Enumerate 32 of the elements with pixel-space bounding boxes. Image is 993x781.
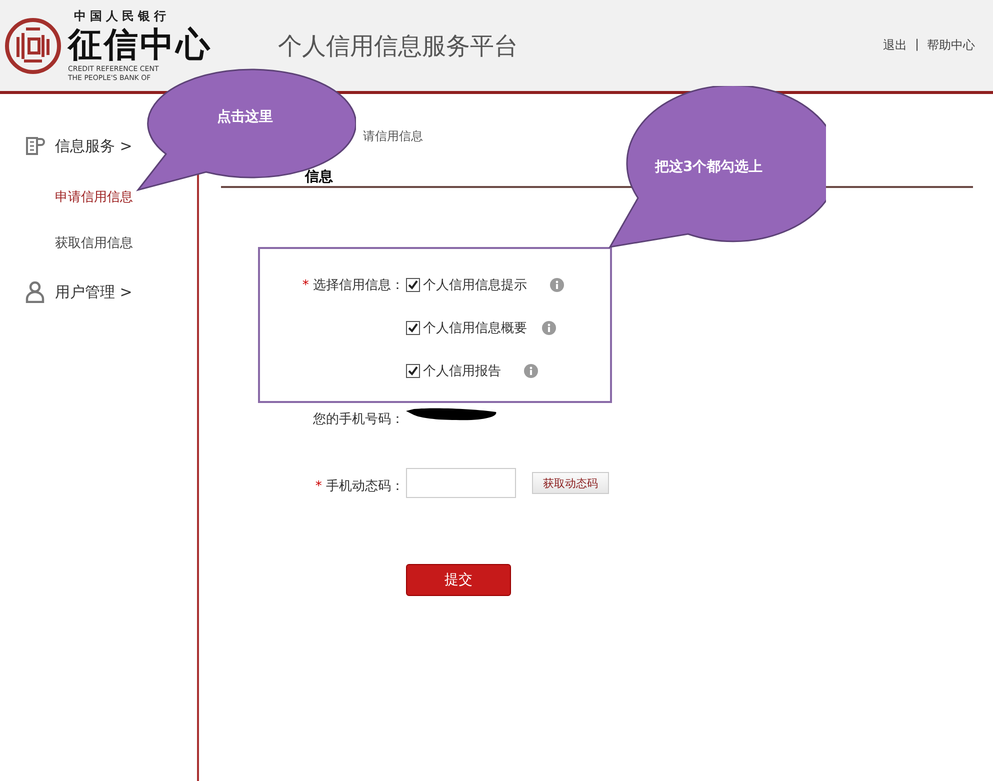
- help-link[interactable]: 帮助中心: [927, 37, 975, 54]
- field-label: 您的手机号码：: [312, 411, 405, 428]
- sidebar-item[interactable]: 获取信用信息: [0, 234, 197, 252]
- checkbox[interactable]: [406, 364, 420, 378]
- checkbox-label: 个人信用信息概要: [423, 320, 527, 337]
- sidebar-item[interactable]: 申请信用信息: [0, 188, 197, 206]
- checkbox[interactable]: [406, 278, 420, 292]
- field-label: * 选择信用信息：: [301, 277, 405, 295]
- checkbox-label: 个人信用信息提示: [423, 277, 527, 294]
- info-icon[interactable]: [542, 321, 556, 335]
- sidebar-group-label[interactable]: 用户管理 >: [55, 282, 132, 302]
- checkbox[interactable]: [406, 321, 420, 335]
- separator: |: [914, 37, 919, 53]
- info-icon[interactable]: [550, 278, 564, 292]
- document-icon: [25, 136, 45, 156]
- sidebar-group-label[interactable]: 信息服务 >: [55, 136, 132, 156]
- seal-logo-icon: [4, 16, 62, 74]
- logout-link[interactable]: 退出: [882, 37, 907, 54]
- get-code-button[interactable]: 获取动态码: [532, 472, 609, 494]
- user-icon: [25, 281, 45, 303]
- verification-code-input[interactable]: [406, 468, 516, 498]
- platform-title: 个人信用信息服务平台: [278, 30, 518, 62]
- section-title: 信息: [305, 169, 333, 185]
- logo-top-text: 中国人民银行: [73, 8, 171, 25]
- field-label: * 手机动态码：: [314, 478, 405, 496]
- info-icon[interactable]: [524, 364, 538, 378]
- checkbox-label: 个人信用报告: [423, 363, 501, 380]
- submit-button[interactable]: 提交: [406, 564, 511, 596]
- breadcrumb: 请信用信息: [363, 129, 423, 143]
- logo-name: 征信中心: [68, 25, 212, 65]
- callout-text: 把这3个都勾选上: [655, 158, 763, 176]
- callout-text: 点击这里: [217, 108, 273, 126]
